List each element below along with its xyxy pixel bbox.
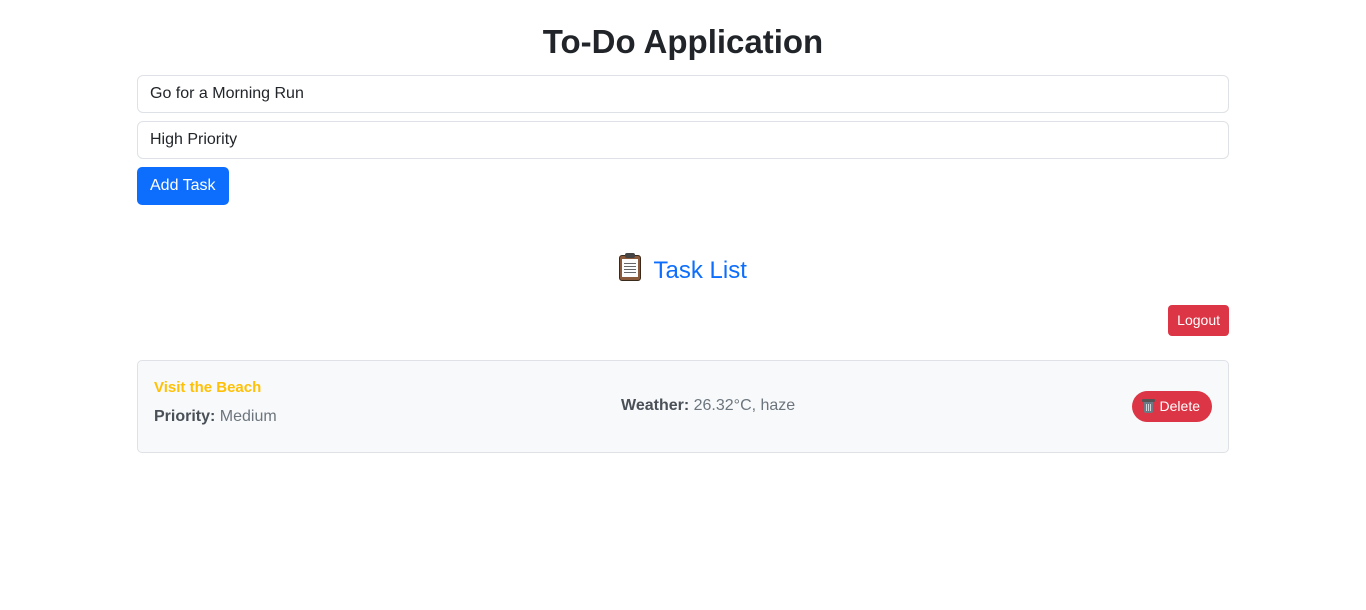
trash-icon [1141, 398, 1155, 413]
priority-input[interactable] [137, 121, 1229, 159]
weather-label: Weather: [621, 397, 690, 414]
task-weather: Weather: 26.32°C, haze [621, 397, 795, 415]
task-list-header: Task List [137, 253, 1229, 287]
task-list-title: Task List [653, 256, 747, 284]
page-title: To-Do Application [542, 23, 824, 60]
logout-button[interactable]: Logout [1168, 305, 1229, 336]
priority-label: Priority: [154, 408, 216, 425]
delete-label: Delete [1159, 398, 1200, 414]
task-name: Visit the Beach [154, 379, 262, 396]
add-task-button[interactable]: Add Task [137, 167, 229, 205]
delete-button[interactable]: Delete [1131, 391, 1212, 422]
app-container: To-Do Application Add Task Task List Log… [137, 0, 1229, 453]
clipboard-icon [619, 253, 642, 281]
task-card: Visit the Beach Priority: Medium Weather… [137, 360, 1229, 453]
task-priority: Priority: Medium [154, 408, 277, 426]
priority-value: Medium [219, 408, 277, 425]
weather-value: 26.32°C, haze [693, 397, 796, 414]
logout-row: Logout [137, 305, 1229, 336]
task-input[interactable] [137, 75, 1229, 113]
